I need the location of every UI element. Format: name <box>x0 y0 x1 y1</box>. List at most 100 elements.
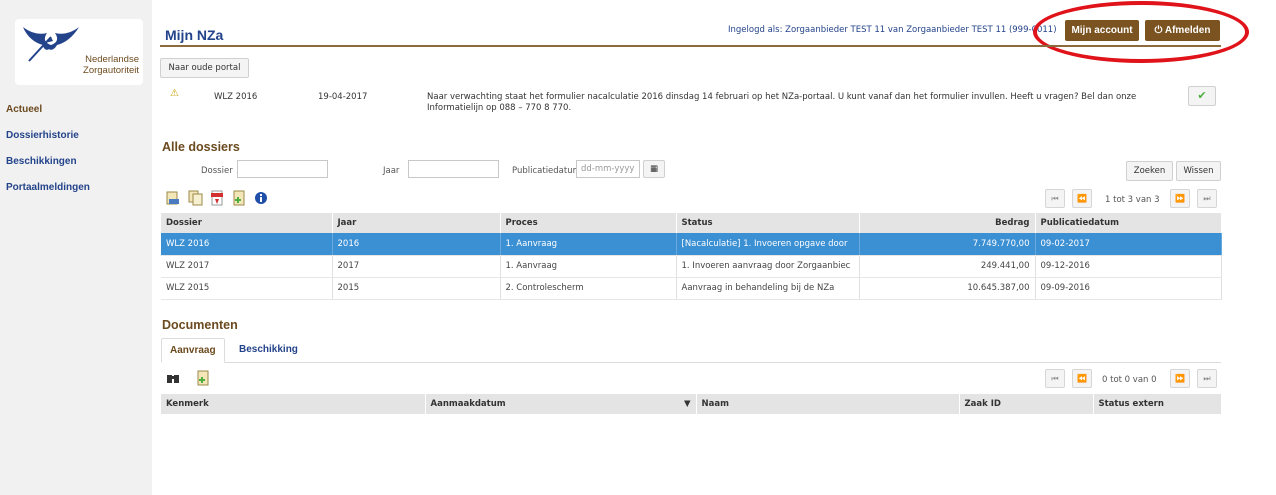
col-zaak-id[interactable]: Zaak ID <box>959 394 1094 414</box>
logo-line-1: Nederlandse <box>85 54 139 65</box>
prev-page-icon: ⏪ <box>1077 194 1087 203</box>
cell-bedrag: 10.645.387,00 <box>859 277 1036 300</box>
cell-dossier: WLZ 2017 <box>161 255 333 278</box>
last-page-icon: ⏭ <box>1203 194 1211 203</box>
filter-year-label: Jaar <box>383 166 400 176</box>
table-row[interactable]: WLZ 2016 2016 1. Aanvraag [Nacalculatie]… <box>161 233 1222 256</box>
copy-icon[interactable] <box>186 190 204 206</box>
col-jaar[interactable]: Jaar <box>332 213 501 233</box>
old-portal-button[interactable]: Naar oude portal <box>160 58 249 78</box>
prev-page-icon: ⏪ <box>1077 374 1087 383</box>
next-page-icon: ⏩ <box>1175 374 1185 383</box>
my-account-button[interactable]: Mijn account <box>1065 20 1139 41</box>
bird-logo-icon <box>23 27 79 62</box>
sidebar-item-actueel[interactable]: Actueel <box>0 103 152 129</box>
cell-jaar: 2016 <box>332 233 501 256</box>
first-page-icon: ⏮ <box>1051 194 1059 203</box>
calendar-icon: ▦ <box>649 164 659 174</box>
dossiers-section-title: Alle dossiers <box>162 140 240 154</box>
logo-line-2: Zorgautoriteit <box>83 65 139 76</box>
col-publicatiedatum[interactable]: Publicatiedatum <box>1035 213 1222 233</box>
documents-section-title: Documenten <box>162 318 238 332</box>
page-title: Mijn NZa <box>165 27 224 43</box>
cell-publicatiedatum: 09-12-2016 <box>1035 255 1222 278</box>
col-kenmerk[interactable]: Kenmerk <box>161 394 426 414</box>
cell-dossier: WLZ 2016 <box>161 233 333 256</box>
logged-in-text: Ingelogd als: Zorgaanbieder TEST 11 van … <box>728 25 1057 35</box>
add-document-icon[interactable] <box>230 190 248 206</box>
info-icon[interactable] <box>252 190 270 206</box>
cell-dossier: WLZ 2015 <box>161 277 333 300</box>
pdf-icon[interactable] <box>208 190 226 206</box>
logo-text: Nederlandse Zorgautoriteit <box>83 54 139 76</box>
nza-logo[interactable]: Nederlandse Zorgautoriteit <box>15 19 143 85</box>
next-page-icon: ⏩ <box>1175 194 1185 203</box>
cell-proces: 1. Aanvraag <box>500 255 677 278</box>
tab-beschikking[interactable]: Beschikking <box>231 338 306 363</box>
documents-table: Kenmerk Aanmaakdatum ▼ Naam Zaak ID Statu… <box>161 394 1222 414</box>
cell-status: 1. Invoeren aanvraag door Zorgaanbiec <box>676 255 860 278</box>
col-bedrag[interactable]: Bedrag <box>859 213 1036 233</box>
clear-button[interactable]: Wissen <box>1176 161 1221 181</box>
table-row[interactable]: WLZ 2015 2015 2. Controlescherm Aanvraag… <box>161 277 1222 300</box>
col-proces[interactable]: Proces <box>500 213 677 233</box>
pager-first-button[interactable]: ⏮ <box>1045 189 1065 208</box>
pager-prev-button[interactable]: ⏪ <box>1072 189 1092 208</box>
filter-pubdate-input[interactable] <box>576 160 640 178</box>
export-icon[interactable] <box>164 190 182 206</box>
cell-status: Aanvraag in behandeling bij de NZa <box>676 277 860 300</box>
cell-bedrag: 7.749.770,00 <box>859 233 1036 256</box>
dossiers-header-row: Dossier Jaar Proces Status Bedrag Public… <box>161 213 1222 233</box>
cell-bedrag: 249.441,00 <box>859 255 1036 278</box>
notice-text: Naar verwachting staat het formulier nac… <box>427 92 1137 113</box>
documents-tabs: Aanvraag Beschikking <box>161 338 1221 363</box>
sidebar-item-dossierhistorie[interactable]: Dossierhistorie <box>0 129 152 155</box>
search-button[interactable]: Zoeken <box>1126 161 1173 181</box>
docs-pager-first-button[interactable]: ⏮ <box>1045 369 1065 388</box>
table-row[interactable]: WLZ 2017 2017 1. Aanvraag 1. Invoeren aa… <box>161 255 1222 278</box>
first-page-icon: ⏮ <box>1051 374 1059 383</box>
logout-label: Afmelden <box>1164 25 1211 36</box>
sidebar-nav: Actueel Dossierhistorie Beschikkingen Po… <box>0 103 152 207</box>
sidebar-item-beschikkingen[interactable]: Beschikkingen <box>0 155 152 181</box>
cell-jaar: 2017 <box>332 255 501 278</box>
sort-desc-icon: ▼ <box>683 399 691 409</box>
col-naam[interactable]: Naam <box>696 394 960 414</box>
dossiers-table: Dossier Jaar Proces Status Bedrag Public… <box>161 213 1222 300</box>
filter-dossier-input[interactable] <box>237 160 328 178</box>
last-page-icon: ⏭ <box>1203 374 1211 383</box>
col-dossier[interactable]: Dossier <box>161 213 333 233</box>
check-icon: ✔ <box>1197 89 1207 102</box>
sidebar-item-portaalmeldingen[interactable]: Portaalmeldingen <box>0 181 152 207</box>
filter-dossier-label: Dossier <box>201 166 233 176</box>
acknowledge-check-button[interactable]: ✔ <box>1188 86 1216 106</box>
cell-status: [Nacalculatie] 1. Invoeren opgave door <box>676 233 860 256</box>
filter-year-input[interactable] <box>408 160 499 178</box>
col-aanmaakdatum-label: Aanmaakdatum <box>430 399 506 409</box>
cell-publicatiedatum: 09-09-2016 <box>1035 277 1222 300</box>
warning-icon: ⚠ <box>170 88 179 99</box>
notice-dossier: WLZ 2016 <box>214 92 258 102</box>
cell-proces: 1. Aanvraag <box>500 233 677 256</box>
add-document-icon[interactable] <box>194 370 212 386</box>
notice-date: 19-04-2017 <box>318 92 368 102</box>
cell-proces: 2. Controlescherm <box>500 277 677 300</box>
col-status-extern[interactable]: Status extern <box>1093 394 1222 414</box>
logout-button[interactable]: ⏻ Afmelden <box>1145 20 1220 41</box>
cell-publicatiedatum: 09-02-2017 <box>1035 233 1222 256</box>
pager-status: 1 tot 3 van 3 <box>1105 195 1160 205</box>
binoculars-icon[interactable] <box>164 370 182 386</box>
docs-pager-prev-button[interactable]: ⏪ <box>1072 369 1092 388</box>
col-aanmaakdatum[interactable]: Aanmaakdatum ▼ <box>425 394 697 414</box>
power-icon: ⏻ <box>1154 25 1165 36</box>
docs-pager-last-button[interactable]: ⏭ <box>1197 369 1217 388</box>
pager-last-button[interactable]: ⏭ <box>1197 189 1217 208</box>
col-status[interactable]: Status <box>676 213 860 233</box>
docs-pager-status: 0 tot 0 van 0 <box>1102 375 1157 385</box>
filter-pubdate-label: Publicatiedatum <box>512 166 581 176</box>
documents-header-row: Kenmerk Aanmaakdatum ▼ Naam Zaak ID Statu… <box>161 394 1222 414</box>
calendar-button[interactable]: ▦ <box>643 160 665 178</box>
pager-next-button[interactable]: ⏩ <box>1170 189 1190 208</box>
tab-aanvraag[interactable]: Aanvraag <box>161 338 225 363</box>
docs-pager-next-button[interactable]: ⏩ <box>1170 369 1190 388</box>
